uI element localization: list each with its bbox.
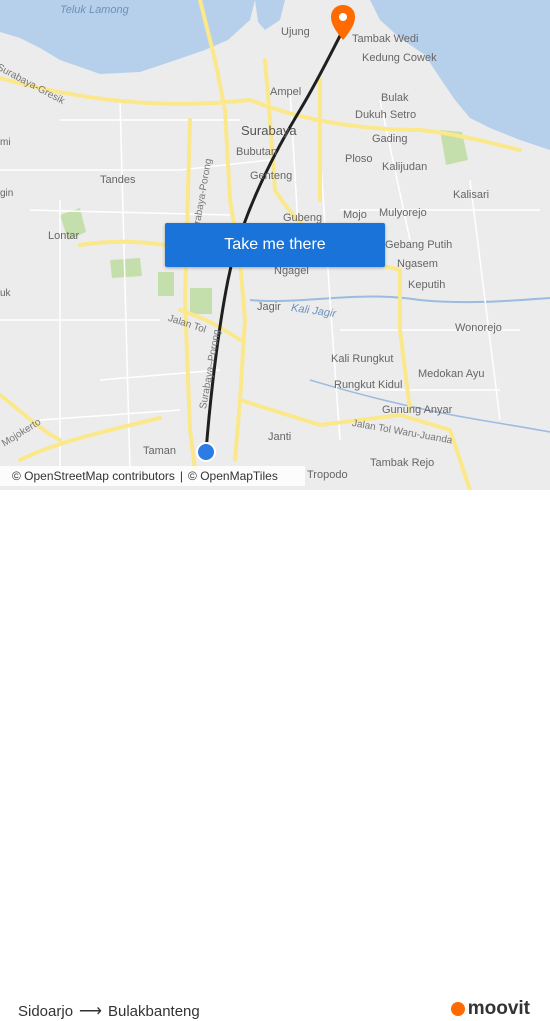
label-gebang-putih: Gebang Putih xyxy=(385,239,453,251)
label-taman: Taman xyxy=(143,445,177,457)
label-edge-gin: gin xyxy=(0,188,14,199)
park-area xyxy=(158,272,174,296)
moovit-logo-icon xyxy=(450,1002,465,1016)
label-kali-rungkut: Kali Rungkut xyxy=(331,353,394,365)
openmaptiles-attribution-link[interactable]: © OpenMapTiles xyxy=(188,469,278,483)
label-kedung-cowek: Kedung Cowek xyxy=(362,52,437,64)
label-lontar: Lontar xyxy=(48,230,80,242)
label-kalijudan: Kalijudan xyxy=(382,161,428,173)
take-me-there-button[interactable]: Take me there xyxy=(165,223,385,267)
footer-bar: Sidoarjo ⟶ Bulakbanteng moovit xyxy=(0,490,550,1020)
label-ampel: Ampel xyxy=(270,86,302,98)
label-surabaya: Surabaya xyxy=(241,123,297,138)
label-genteng: Genteng xyxy=(250,170,293,182)
osm-attribution-link[interactable]: © OpenStreetMap contributors xyxy=(12,469,175,483)
attribution-separator: | xyxy=(179,469,184,483)
label-bulak: Bulak xyxy=(381,92,409,104)
map-canvas[interactable]: Teluk Lamong Ujung Tambak Wedi Kedung Co… xyxy=(0,0,550,490)
route-destination: Bulakbanteng xyxy=(107,1002,200,1020)
label-jagir: Jagir xyxy=(257,301,281,313)
label-ujung: Ujung xyxy=(281,26,310,38)
moovit-wordmark: moovit xyxy=(467,998,530,1019)
label-bubutan: Bubutan xyxy=(236,146,277,158)
origin-marker[interactable] xyxy=(196,442,216,462)
label-ploso: Ploso xyxy=(345,153,373,165)
park-area xyxy=(190,288,212,314)
label-gading: Gading xyxy=(372,133,408,145)
label-teluk-lamong: Teluk Lamong xyxy=(60,4,129,16)
label-gunung-anyar: Gunung Anyar xyxy=(382,404,453,416)
label-medokan-ayu: Medokan Ayu xyxy=(418,368,485,380)
moovit-logo[interactable]: moovit xyxy=(450,998,530,1020)
route-origin: Sidoarjo xyxy=(18,1002,74,1020)
label-mojo: Mojo xyxy=(343,209,367,221)
label-tambak-rejo: Tambak Rejo xyxy=(370,457,435,469)
label-edge-mi: mi xyxy=(0,137,11,148)
label-janti: Janti xyxy=(268,431,292,443)
route-summary: Sidoarjo ⟶ Bulakbanteng xyxy=(18,1001,200,1021)
label-kalisari: Kalisari xyxy=(453,189,490,201)
park-area xyxy=(110,258,142,278)
route-arrow-icon: ⟶ xyxy=(79,1003,102,1020)
label-tropodo: Tropodo xyxy=(307,469,348,481)
label-keputih: Keputih xyxy=(408,279,446,291)
label-tambak-wedi: Tambak Wedi xyxy=(352,33,419,45)
label-wonorejo: Wonorejo xyxy=(455,322,502,334)
label-edge-uk: uk xyxy=(0,288,11,299)
label-dukuh-setro: Dukuh Setro xyxy=(355,109,417,121)
map-attribution: © OpenStreetMap contributors | © OpenMap… xyxy=(0,466,305,486)
label-ngasem: Ngasem xyxy=(397,258,438,270)
label-mulyorejo: Mulyorejo xyxy=(379,207,427,219)
label-tandes: Tandes xyxy=(100,174,136,186)
label-rungkut-kidul: Rungkut Kidul xyxy=(334,379,403,391)
